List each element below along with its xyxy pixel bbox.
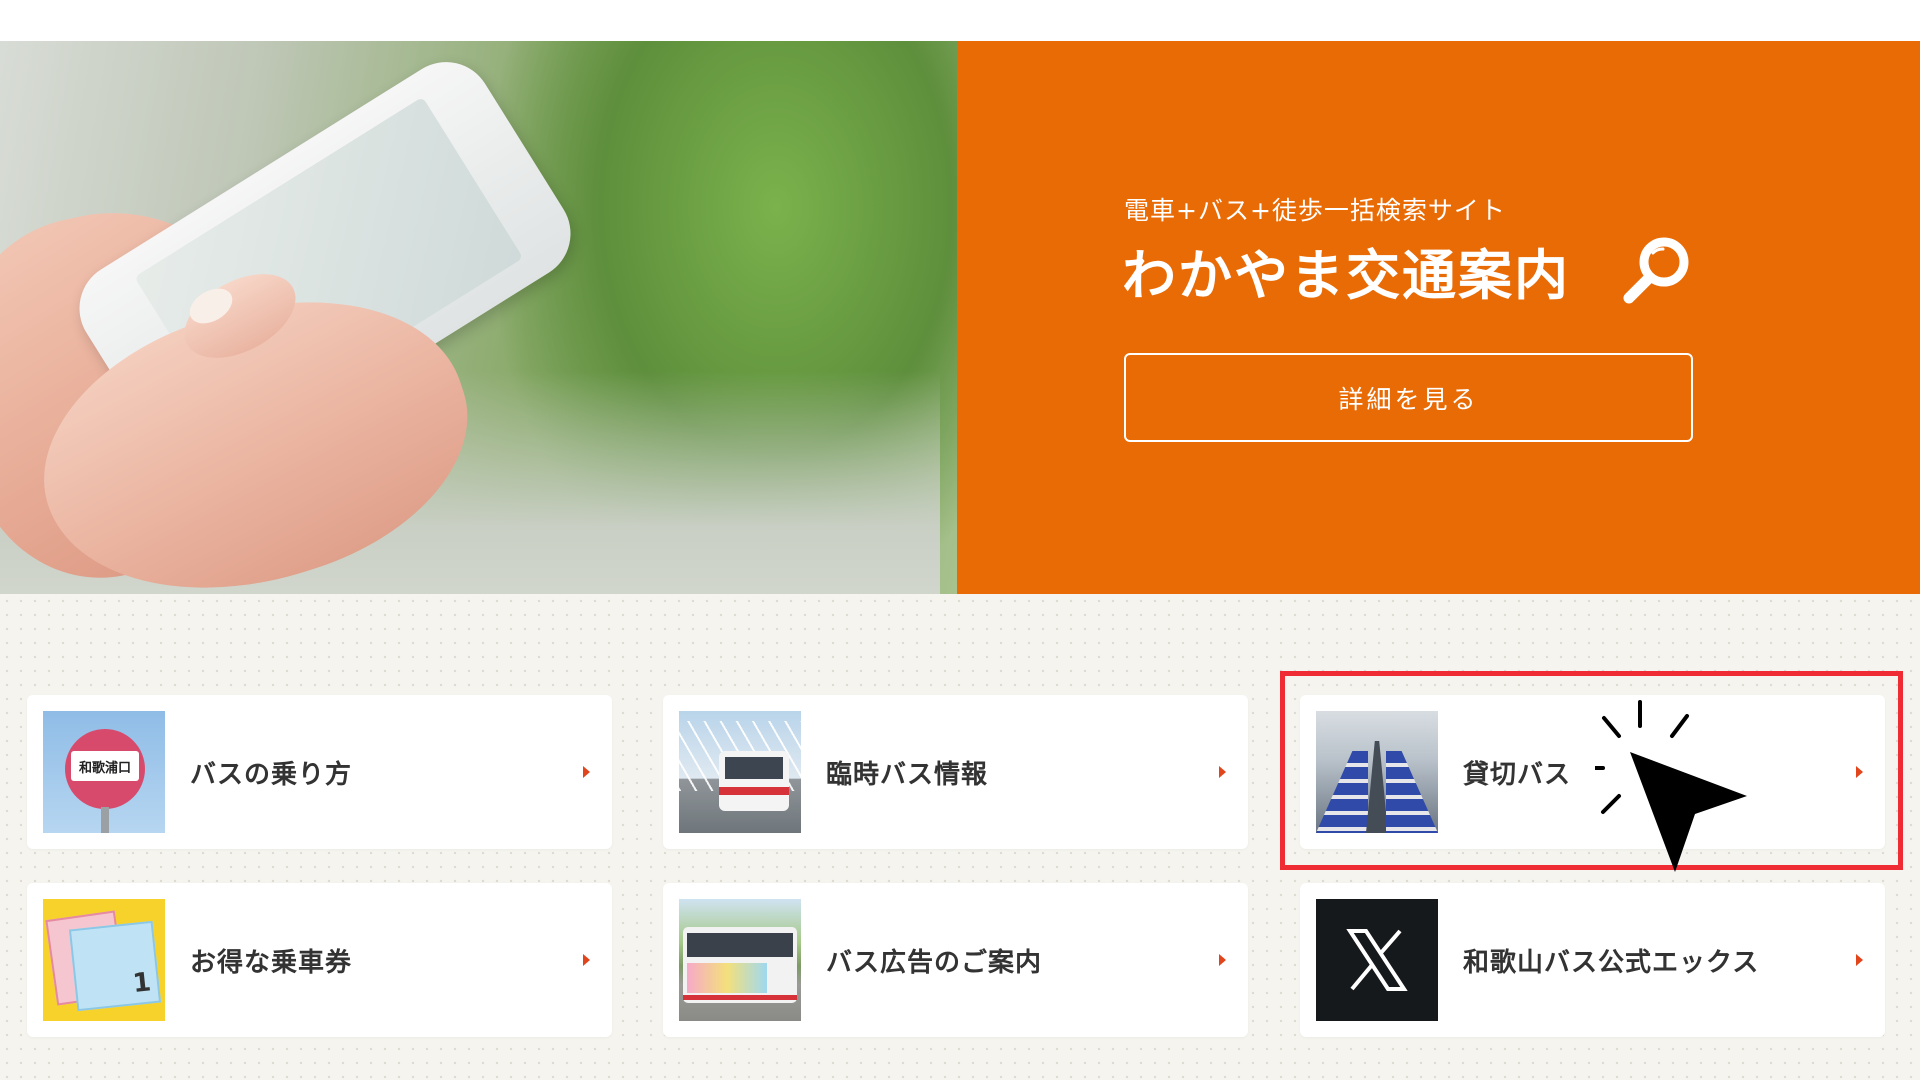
- card-temporary-bus-info[interactable]: 臨時バス情報: [663, 695, 1248, 849]
- bus-bridge-image: [679, 711, 801, 833]
- bus-interior-image: [1316, 711, 1438, 833]
- hero-subtitle: 電車+バス+徒歩一括検索サイト: [1124, 196, 1506, 225]
- chevron-right-icon: [583, 954, 590, 966]
- ticket-image: 1: [43, 899, 165, 1021]
- card-bus-advertising[interactable]: バス広告のご案内: [663, 883, 1248, 1037]
- page: 電車+バス+徒歩一括検索サイト わかやま交通案内 詳細を見る 和歌浦口 バスの乗…: [0, 0, 1920, 1080]
- x-logo-icon: [1316, 899, 1438, 1021]
- ad-bus-image: [679, 899, 801, 1021]
- link-section: 和歌浦口 バスの乗り方 臨時バス情報 貸切バス 1 お得な乗車券 バス広告のご案…: [0, 594, 1920, 1080]
- bus-stop-sign-text: 和歌浦口: [71, 751, 139, 781]
- chevron-right-icon: [1219, 766, 1226, 778]
- card-bus-riding-guide[interactable]: 和歌浦口 バスの乗り方: [27, 695, 612, 849]
- hero-photo-smartphone: [0, 41, 957, 594]
- hero-panel: 電車+バス+徒歩一括検索サイト わかやま交通案内 詳細を見る: [957, 41, 1920, 594]
- chevron-right-icon: [583, 766, 590, 778]
- card-label: 貸切バス: [1463, 759, 1572, 790]
- ticket-number: 1: [131, 967, 153, 1000]
- card-label: 臨時バス情報: [826, 759, 989, 790]
- card-label: バス広告のご案内: [826, 947, 1043, 978]
- card-official-x[interactable]: 和歌山バス公式エックス: [1300, 883, 1885, 1037]
- card-label: バスの乗り方: [190, 759, 353, 790]
- hero-title: わかやま交通案内: [1122, 244, 1570, 307]
- detail-button[interactable]: 詳細を見る: [1124, 353, 1693, 442]
- card-label: 和歌山バス公式エックス: [1463, 947, 1760, 978]
- card-charter-bus[interactable]: 貸切バス: [1300, 695, 1885, 849]
- bus-stop-image: 和歌浦口: [43, 711, 165, 833]
- chevron-right-icon: [1856, 954, 1863, 966]
- hero-banner: 電車+バス+徒歩一括検索サイト わかやま交通案内 詳細を見る: [0, 41, 1920, 594]
- search-icon: [1623, 237, 1689, 304]
- chevron-right-icon: [1856, 766, 1863, 778]
- card-discount-tickets[interactable]: 1 お得な乗車券: [27, 883, 612, 1037]
- chevron-right-icon: [1219, 954, 1226, 966]
- card-label: お得な乗車券: [190, 947, 353, 978]
